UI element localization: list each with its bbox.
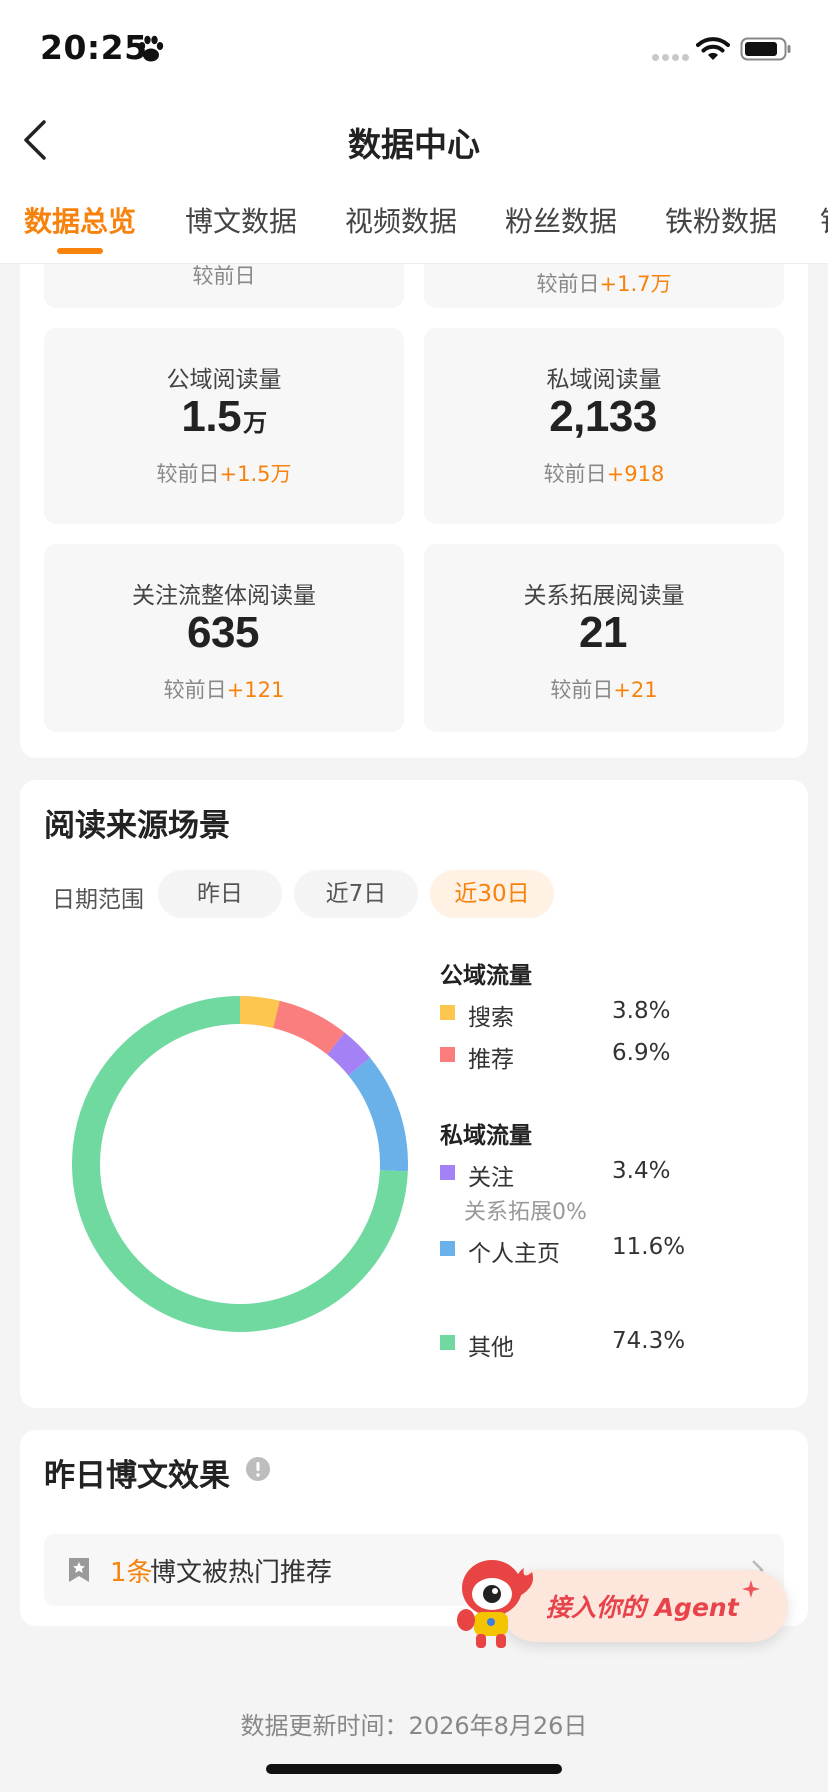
- stat-compare: 较前日+21: [550, 678, 658, 702]
- stat-compare: 较前日+1.5万: [156, 462, 292, 486]
- stat-follow-flow-read[interactable]: 关注流整体阅读量 635 较前日+121: [44, 544, 404, 732]
- wifi-icon: [696, 37, 730, 60]
- top-header: 20:25 数据中心 数据总览 博文数据 视频数据 粉丝数据 铁粉数据: [0, 0, 828, 264]
- hot-text: 博文被热门推荐: [150, 1558, 333, 1588]
- range-pill-30d[interactable]: 近30日: [430, 870, 554, 918]
- legend-swatch: [440, 1335, 455, 1350]
- stat-label: 公域阅读量: [166, 367, 282, 393]
- stat-value: 21: [579, 608, 627, 657]
- page-title: 数据中心: [348, 125, 480, 164]
- tab-bar: 数据总览 博文数据 视频数据 粉丝数据 铁粉数据: [0, 200, 828, 264]
- sparkle-icon: [742, 1580, 760, 1598]
- stat-value: 1.5万: [181, 392, 267, 441]
- data-center-page: 较前日 较前日+1.7万 公域阅读量 1.5万 较前日+1.5万 私域阅读量 2…: [0, 0, 828, 1792]
- stat-label: 私域阅读量: [546, 367, 662, 393]
- star-badge-icon: [69, 1558, 89, 1582]
- date-range-label: 日期范围: [52, 887, 144, 913]
- stat-value: 2,133: [549, 392, 657, 441]
- private-traffic-heading: 私域流量: [440, 1123, 532, 1149]
- donut-segment-search: [239, 996, 280, 1029]
- range-pill-7d[interactable]: 近7日: [294, 870, 418, 918]
- donut-segment-profile: [348, 1057, 408, 1172]
- legend-swatch: [440, 1241, 455, 1256]
- home-indicator: [266, 1764, 562, 1774]
- stat-value: 635: [187, 608, 259, 657]
- stat-compare: 较前日+1.7万: [536, 272, 672, 296]
- tab-iron-fans[interactable]: 铁粉数据: [665, 200, 777, 240]
- tab-posts[interactable]: 博文数据: [185, 200, 297, 240]
- stat-label: 关系拓展阅读量: [523, 583, 685, 609]
- battery-icon: [740, 37, 791, 61]
- read-source-donut-chart: [72, 996, 408, 1332]
- donut-segment-recommend: [272, 1000, 345, 1055]
- legend-swatch: [440, 1165, 455, 1180]
- overview-card: 较前日 较前日+1.7万 公域阅读量 1.5万 较前日+1.5万 私域阅读量 2…: [20, 200, 808, 758]
- tab-videos[interactable]: 视频数据: [345, 200, 457, 240]
- stat-label: 关注流整体阅读量: [132, 583, 316, 609]
- stat-relation-read[interactable]: 关系拓展阅读量 21 较前日+21: [424, 544, 784, 732]
- hot-count: 1条: [110, 1558, 153, 1588]
- legend-sub-relation: 关系拓展0%: [464, 1200, 587, 1225]
- range-pill-yesterday[interactable]: 昨日: [158, 870, 282, 918]
- mascot-icon[interactable]: [452, 1554, 546, 1650]
- status-time: 20:25: [40, 28, 148, 67]
- read-source-title: 阅读来源场景: [44, 808, 230, 844]
- legend-swatch: [440, 1047, 455, 1062]
- public-traffic-heading: 公域流量: [440, 963, 532, 989]
- stat-private-read[interactable]: 私域阅读量 2,133 较前日+918: [424, 328, 784, 524]
- donut-segment-follow: [326, 1032, 371, 1076]
- agent-button-label: 接入你的 Agent: [546, 1593, 739, 1622]
- tab-overview[interactable]: 数据总览: [24, 200, 136, 240]
- yesterday-post-title: 昨日博文效果: [44, 1458, 230, 1494]
- stat-public-read[interactable]: 公域阅读量 1.5万 较前日+1.5万: [44, 328, 404, 524]
- paw-icon: [138, 35, 164, 62]
- stat-compare: 较前日+121: [163, 678, 285, 702]
- signal-icon: [652, 54, 689, 61]
- tab-fans[interactable]: 粉丝数据: [505, 200, 617, 240]
- tab-active-indicator: [57, 248, 103, 254]
- tab-overflow[interactable]: 铁: [820, 200, 828, 240]
- stat-compare: 较前日: [192, 264, 256, 288]
- info-icon[interactable]: [246, 1457, 270, 1481]
- legend-swatch: [440, 1005, 455, 1020]
- data-update-time: 数据更新时间：2026年8月26日: [240, 1712, 588, 1740]
- stat-compare: 较前日+918: [543, 462, 665, 486]
